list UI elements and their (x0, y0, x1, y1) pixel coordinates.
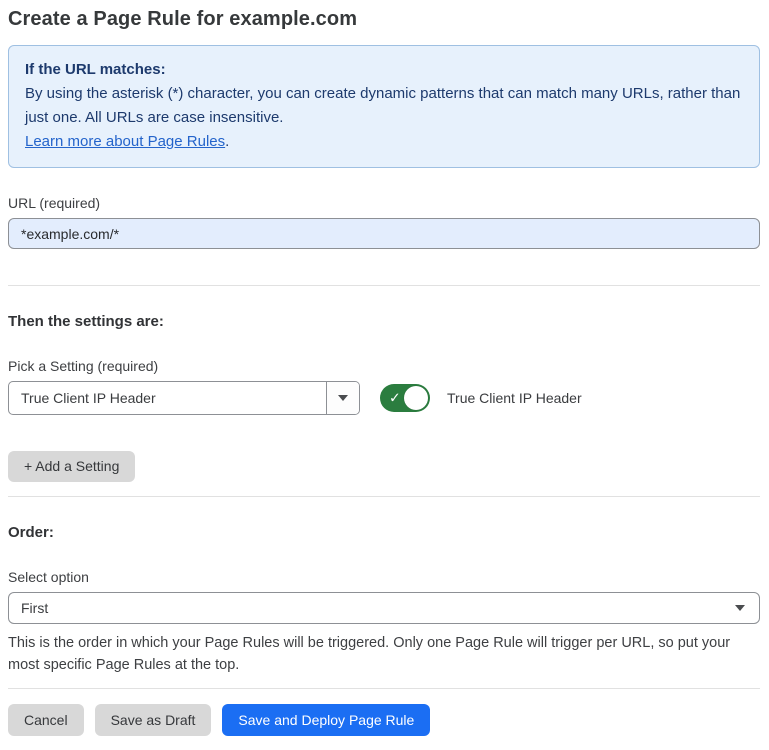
link-suffix: . (225, 133, 229, 150)
order-section-heading: Order: (8, 523, 760, 542)
add-setting-button[interactable]: + Add a Setting (8, 451, 135, 482)
cancel-button[interactable]: Cancel (8, 704, 84, 736)
order-select-value: First (21, 600, 48, 616)
save-draft-button[interactable]: Save as Draft (95, 704, 212, 736)
save-deploy-button[interactable]: Save and Deploy Page Rule (222, 704, 430, 736)
url-field-label: URL (required) (8, 194, 760, 212)
info-box-heading: If the URL matches: (25, 58, 743, 82)
chevron-down-icon (338, 395, 348, 401)
order-select-label: Select option (8, 568, 760, 586)
page-rule-form: Create a Page Rule for example.com If th… (0, 0, 769, 750)
learn-more-link[interactable]: Learn more about Page Rules (25, 133, 225, 150)
setting-select-value: True Client IP Header (9, 382, 326, 414)
setting-select-arrow-button[interactable] (326, 382, 359, 414)
check-icon: ✓ (389, 391, 401, 405)
true-client-ip-toggle[interactable]: ✓ (380, 384, 430, 412)
info-box-body-text: By using the asterisk (*) character, you… (25, 85, 740, 126)
footer-actions: Cancel Save as Draft Save and Deploy Pag… (8, 704, 760, 736)
page-title: Create a Page Rule for example.com (8, 6, 760, 32)
order-help-text: This is the order in which your Page Rul… (8, 632, 753, 676)
setting-row: True Client IP Header ✓ True Client IP H… (8, 381, 760, 415)
divider-settings-order (8, 496, 760, 497)
info-box-link-line: Learn more about Page Rules. (25, 130, 743, 154)
setting-select[interactable]: True Client IP Header (8, 381, 360, 415)
url-input[interactable] (8, 218, 760, 249)
settings-section-heading: Then the settings are: (8, 312, 760, 331)
url-match-info-box: If the URL matches: By using the asteris… (8, 45, 760, 168)
chevron-down-icon (735, 605, 745, 611)
divider-url-settings (8, 285, 760, 286)
toggle-label: True Client IP Header (447, 390, 582, 406)
order-select[interactable]: First (8, 592, 760, 624)
info-box-body: By using the asterisk (*) character, you… (25, 82, 743, 130)
divider-order-footer (8, 688, 760, 689)
toggle-knob (404, 386, 428, 410)
pick-setting-label: Pick a Setting (required) (8, 357, 760, 375)
